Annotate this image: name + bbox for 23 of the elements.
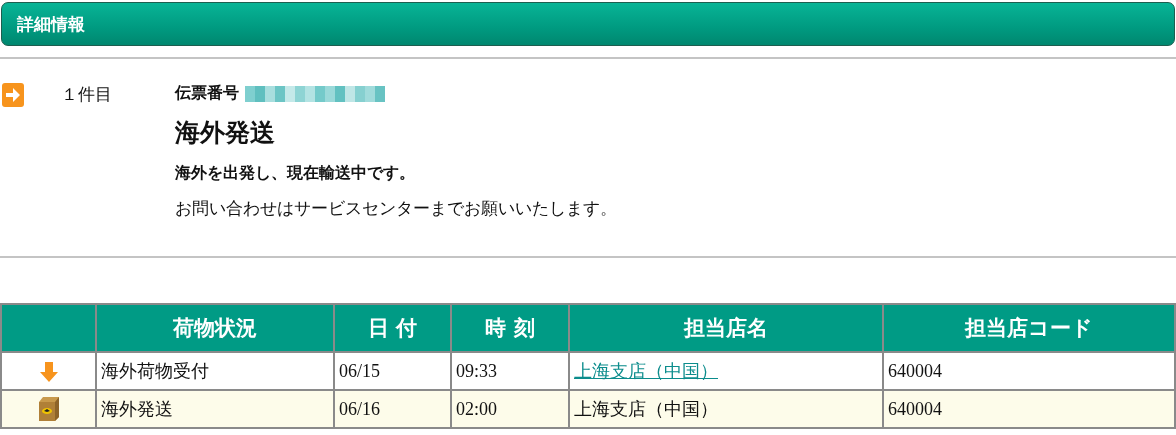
column-header: 担当店名 <box>569 304 883 352</box>
section-title: 詳細情報 <box>17 12 85 36</box>
column-header: 担当店コード <box>883 304 1175 352</box>
column-header: 荷物状況 <box>96 304 334 352</box>
status-heading: 海外発送 <box>175 117 276 149</box>
column-header: 時 刻 <box>451 304 569 352</box>
table-cell: 640004 <box>883 390 1175 428</box>
column-header: 日 付 <box>334 304 451 352</box>
arrow-right-icon <box>2 83 24 107</box>
table-cell: 06/15 <box>334 352 451 390</box>
contact-note: お問い合わせはサービスセンターまでお願いいたします。 <box>175 197 617 220</box>
table-cell: 06/16 <box>334 390 451 428</box>
table-cell: 海外荷物受付 <box>96 352 334 390</box>
status-message: 海外を出発し、現在輸送中です。 <box>175 163 416 184</box>
table-cell: 海外発送 <box>96 390 334 428</box>
store-name: 上海支店（中国） <box>574 399 718 419</box>
tracking-number-label: 伝票番号 <box>175 83 239 104</box>
arrow-down-icon <box>39 361 58 382</box>
table-cell: 09:33 <box>451 352 569 390</box>
box-icon <box>36 396 61 422</box>
table-cell: 640004 <box>883 352 1175 390</box>
table-cell: 02:00 <box>451 390 569 428</box>
item-index: １件目 <box>60 83 113 106</box>
